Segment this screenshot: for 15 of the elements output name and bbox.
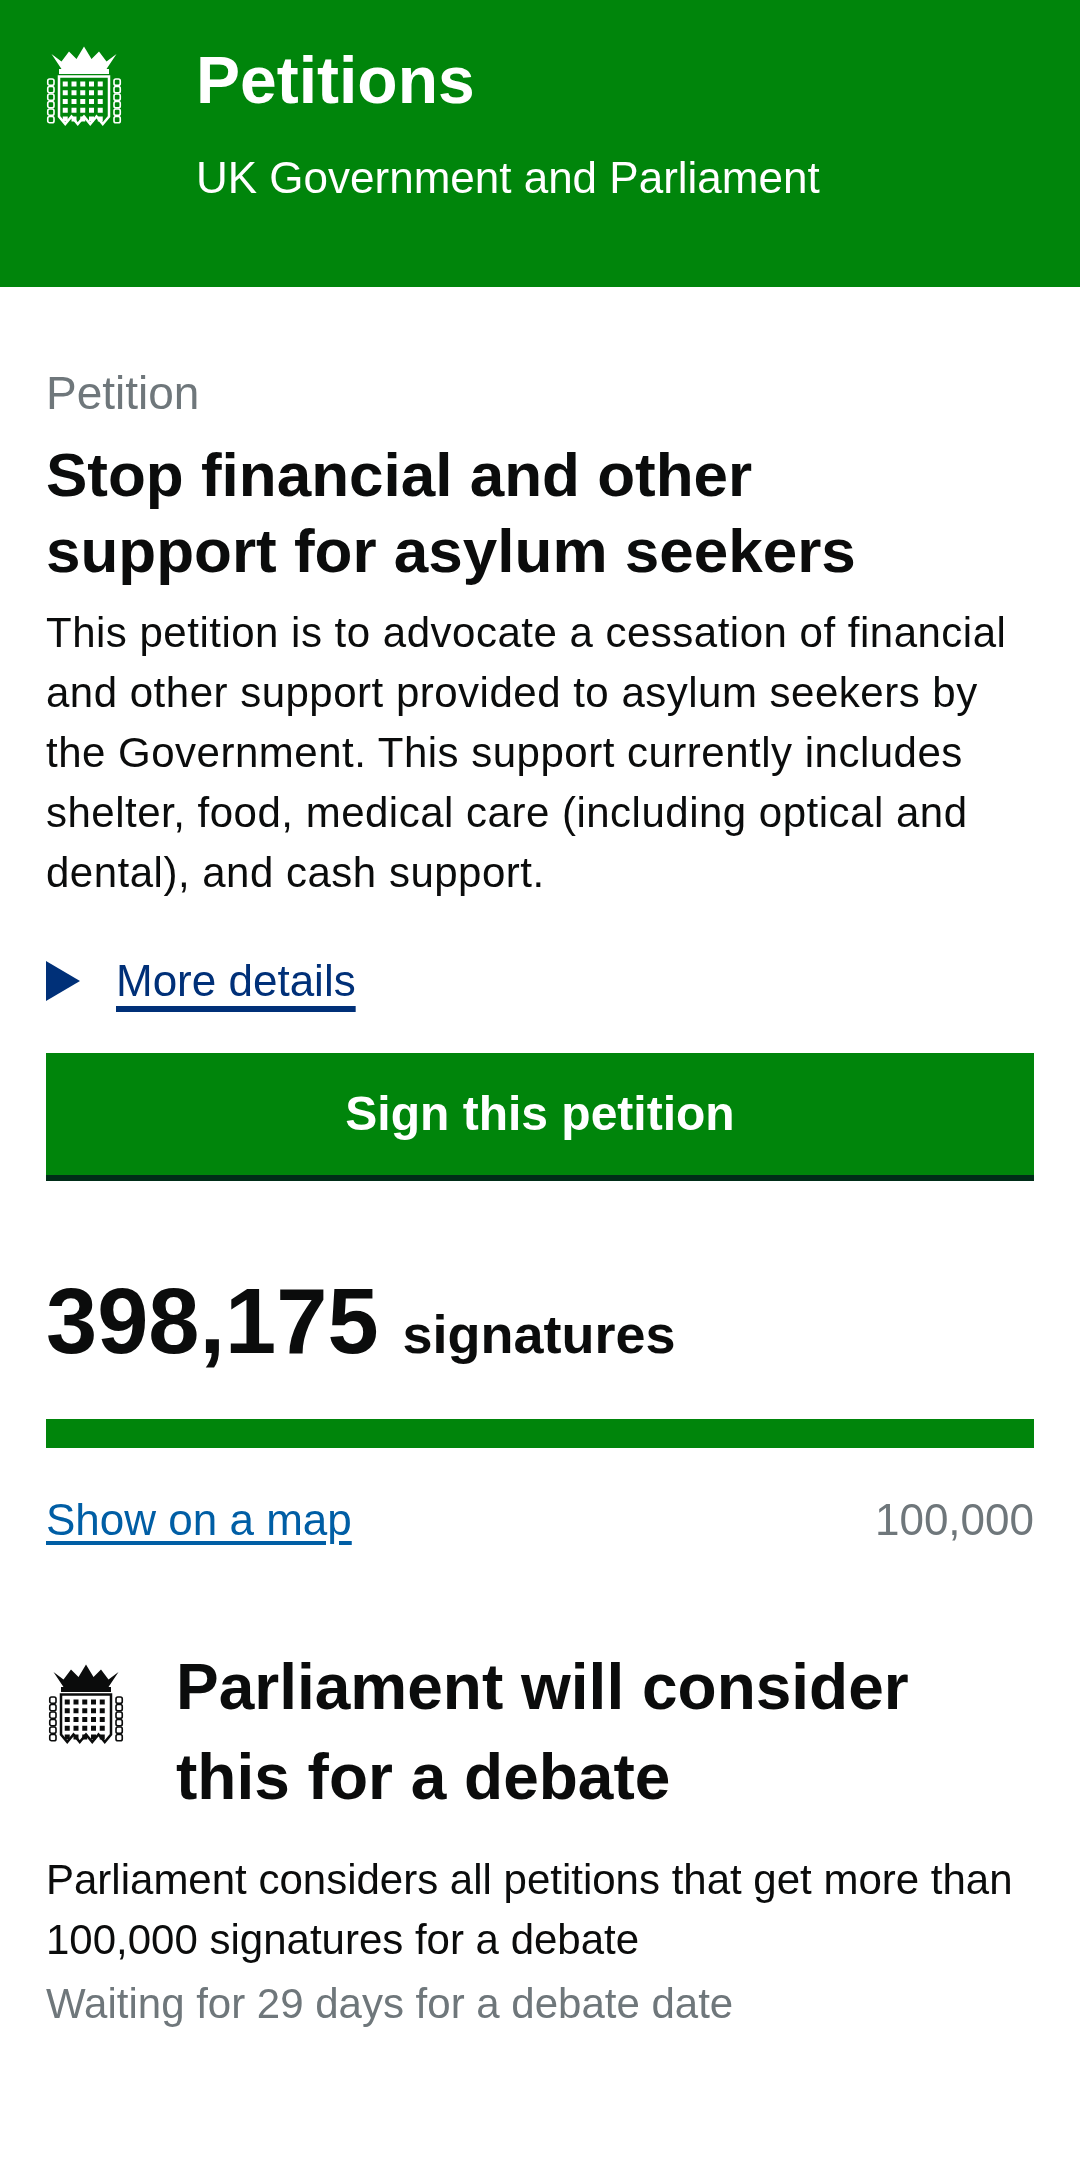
show-on-map-link[interactable]: Show on a map (46, 1492, 352, 1548)
expand-triangle-icon[interactable] (46, 961, 80, 1001)
debate-status: Waiting for 29 days for a debate date (46, 1979, 735, 2029)
signature-count: 398,175 (46, 1271, 379, 1371)
sign-petition-button[interactable]: Sign this petition (46, 1053, 1034, 1181)
site-subtitle: UK Government and Parliament (196, 152, 820, 204)
signatures-label: signatures (402, 1303, 676, 1366)
more-details-link[interactable]: More details (116, 953, 356, 1009)
petition-label: Petition (46, 366, 201, 421)
petition-title: Stop financial and other support for asylum seekers (46, 439, 857, 587)
debate-heading: Parliament will consider this for a debate (176, 1650, 910, 1815)
threshold-label: 100,000 (874, 1494, 1034, 1546)
debate-text: Parliament considers all petitions that get more than 100,000 signatures for a debate (46, 1855, 1014, 1965)
site-title[interactable]: Petitions (196, 40, 820, 120)
petition-description: This petition is to advocate a cessation of financial and other support provided to asylum seekers by the Government. This support currently includes shelter, food, medical care (including optical and dental), and cash support. (46, 608, 1008, 898)
